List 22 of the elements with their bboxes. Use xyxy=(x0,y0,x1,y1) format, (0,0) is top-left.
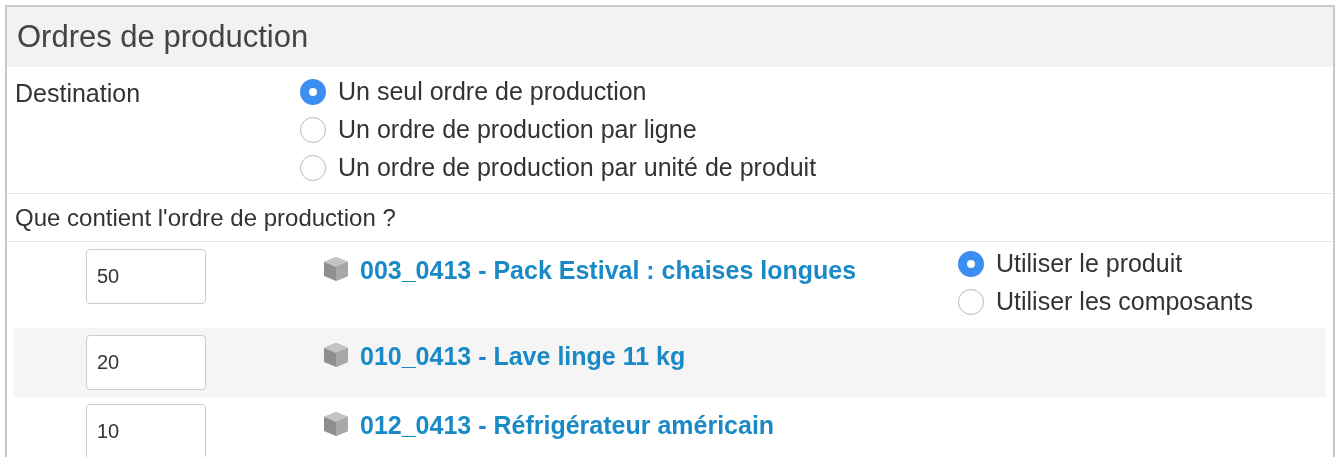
quantity-field[interactable]: 10 xyxy=(86,404,206,457)
radio-button[interactable] xyxy=(958,289,984,315)
field-label: Destination xyxy=(15,78,142,109)
box-icon xyxy=(322,410,350,438)
panel-title: Ordres de production xyxy=(17,17,309,56)
quantity-field[interactable]: 50 xyxy=(86,249,206,304)
option-label[interactable]: Un ordre de production par unité de produit xyxy=(338,149,817,187)
product-link[interactable]: 012_0413 - Réfrigérateur américain xyxy=(360,410,775,440)
radio-button[interactable] xyxy=(300,155,326,181)
option-label[interactable]: Utiliser les composants xyxy=(996,283,1254,321)
section-label: Que contient l'ordre de production ? xyxy=(15,202,396,233)
box-icon xyxy=(322,255,350,283)
box-icon xyxy=(322,341,350,369)
option-label[interactable]: Un ordre de production par ligne xyxy=(338,111,697,149)
radio-button[interactable] xyxy=(958,251,984,277)
radio-button[interactable] xyxy=(300,117,326,143)
quantity-field[interactable]: 20 xyxy=(86,335,206,390)
option-label[interactable]: Un seul ordre de production xyxy=(338,73,647,111)
product-link[interactable]: 010_0413 - Lave linge 11 kg xyxy=(360,341,686,371)
product-link[interactable]: 003_0413 - Pack Estival : chaises longues xyxy=(360,255,857,285)
option-label[interactable]: Utiliser le produit xyxy=(996,245,1183,283)
radio-button[interactable] xyxy=(300,79,326,105)
